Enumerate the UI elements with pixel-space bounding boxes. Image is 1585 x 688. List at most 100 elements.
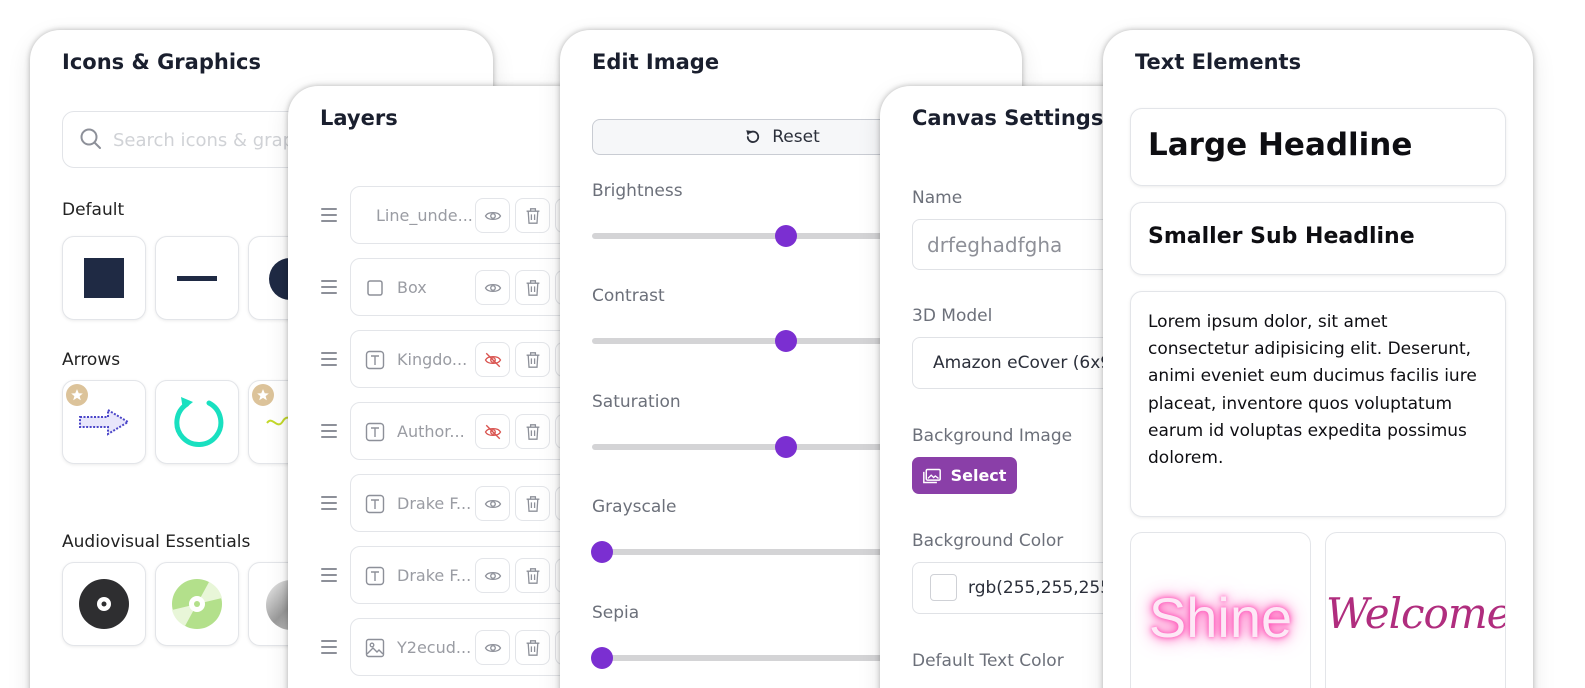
layer-row[interactable]: Box: [288, 258, 588, 316]
layer-item[interactable]: Drake F...: [350, 546, 588, 604]
drag-handle-icon[interactable]: [321, 352, 337, 366]
layer-delete-button[interactable]: [515, 198, 550, 233]
default-text-color-label: Default Text Color: [912, 651, 1064, 671]
layer-item[interactable]: Y2ecud...: [350, 618, 588, 676]
eye-off-icon: [484, 352, 501, 367]
layer-row[interactable]: Author...: [288, 402, 588, 460]
shine-text: Shine: [1148, 586, 1293, 649]
background-color-label: Background Color: [912, 531, 1064, 551]
model-value: Amazon eCover (6x9): [933, 353, 1118, 373]
eye-icon: [484, 283, 501, 292]
saturation-slider-thumb[interactable]: [774, 436, 797, 458]
layer-visibility-button[interactable]: [475, 414, 510, 449]
image-layer-icon: [365, 638, 385, 658]
eye-icon: [484, 499, 501, 508]
body-text-element[interactable]: Lorem ipsum dolor, sit amet consectetur …: [1130, 291, 1506, 517]
drag-handle-icon[interactable]: [321, 208, 337, 222]
sepia-label: Sepia: [592, 603, 640, 623]
layer-row[interactable]: Line_unde...: [288, 186, 588, 244]
text-elements-panel: Text Elements Large Headline Smaller Sub…: [1103, 30, 1533, 688]
trash-icon: [526, 423, 539, 440]
drag-handle-icon[interactable]: [321, 568, 337, 582]
square-shape-icon: [84, 258, 124, 298]
layer-item[interactable]: Box: [350, 258, 588, 316]
text-layer-icon: [365, 422, 385, 442]
layer-row[interactable]: Y2ecud...: [288, 618, 588, 676]
layer-name: Box: [397, 278, 427, 297]
sub-headline-text: Smaller Sub Headline: [1148, 224, 1415, 249]
cd-disc-icon: [172, 579, 222, 629]
select-label: Select: [950, 466, 1007, 485]
layer-item[interactable]: Author...: [350, 402, 588, 460]
layer-delete-button[interactable]: [515, 558, 550, 593]
arrow-tile-circular[interactable]: [155, 380, 239, 464]
layers-panel-title: Layers: [320, 106, 398, 130]
text-layer-icon: [365, 566, 385, 586]
welcome-text: Welcome: [1326, 589, 1506, 638]
layer-delete-button[interactable]: [515, 486, 550, 521]
shine-text-style[interactable]: Shine: [1130, 532, 1311, 688]
av-tile-vinyl[interactable]: [62, 562, 146, 646]
sub-headline-element[interactable]: Smaller Sub Headline: [1130, 202, 1506, 275]
trash-icon: [526, 495, 539, 512]
text-layer-icon: [365, 350, 385, 370]
section-audiovisual-label: Audiovisual Essentials: [62, 532, 251, 552]
layer-item[interactable]: Line_unde...: [350, 186, 588, 244]
arrow-tile-right[interactable]: [62, 380, 146, 464]
layer-name: Y2ecud...: [397, 638, 472, 657]
drag-handle-icon[interactable]: [321, 640, 337, 654]
layer-visibility-button[interactable]: [475, 630, 510, 665]
eye-off-icon: [484, 424, 501, 439]
layer-delete-button[interactable]: [515, 270, 550, 305]
shape-line-tile[interactable]: [155, 236, 239, 320]
layer-delete-button[interactable]: [515, 630, 550, 665]
background-image-label: Background Image: [912, 426, 1073, 446]
reset-label: Reset: [772, 127, 820, 147]
color-swatch[interactable]: [930, 574, 957, 601]
layer-visibility-button[interactable]: [475, 270, 510, 305]
background-color-value: rgb(255,255,255): [968, 578, 1118, 598]
drag-handle-icon[interactable]: [321, 424, 337, 438]
body-text: Lorem ipsum dolor, sit amet consectetur …: [1148, 312, 1477, 469]
layer-item[interactable]: Kingdo...: [350, 330, 588, 388]
layer-name: Author...: [397, 422, 465, 441]
layer-row[interactable]: Kingdo...: [288, 330, 588, 388]
layer-visibility-button[interactable]: [475, 198, 510, 233]
layer-name: Drake F...: [397, 566, 472, 585]
sepia-slider-thumb[interactable]: [591, 647, 613, 669]
layer-row[interactable]: Drake F...: [288, 474, 588, 532]
large-headline-element[interactable]: Large Headline: [1130, 108, 1506, 186]
section-arrows-label: Arrows: [62, 350, 121, 370]
welcome-text-style[interactable]: Welcome: [1325, 532, 1506, 688]
contrast-slider-thumb[interactable]: [774, 330, 797, 352]
brightness-label: Brightness: [592, 181, 683, 201]
circular-arrow-icon: [174, 397, 224, 448]
text-panel-title: Text Elements: [1135, 50, 1302, 74]
drag-handle-icon[interactable]: [321, 280, 337, 294]
shape-square-tile[interactable]: [62, 236, 146, 320]
layer-visibility-button[interactable]: [475, 558, 510, 593]
name-label: Name: [912, 188, 963, 208]
trash-icon: [526, 567, 539, 584]
layer-visibility-button[interactable]: [475, 342, 510, 377]
section-default-label: Default: [62, 200, 125, 220]
saturation-label: Saturation: [592, 392, 681, 412]
select-image-button[interactable]: Select: [912, 457, 1017, 494]
vinyl-record-icon: [79, 579, 129, 629]
layer-row[interactable]: Drake F...: [288, 546, 588, 604]
layer-item[interactable]: Drake F...: [350, 474, 588, 532]
brightness-slider-thumb[interactable]: [774, 225, 797, 247]
search-icon: [79, 127, 103, 155]
grayscale-label: Grayscale: [592, 497, 677, 517]
av-tile-cd[interactable]: [155, 562, 239, 646]
layer-name: Drake F...: [397, 494, 472, 513]
contrast-label: Contrast: [592, 286, 665, 306]
premium-star-icon: [252, 384, 274, 406]
trash-icon: [526, 279, 539, 296]
layer-visibility-button[interactable]: [475, 486, 510, 521]
layer-delete-button[interactable]: [515, 414, 550, 449]
layer-delete-button[interactable]: [515, 342, 550, 377]
eye-icon: [484, 643, 501, 652]
drag-handle-icon[interactable]: [321, 496, 337, 510]
grayscale-slider-thumb[interactable]: [591, 541, 613, 563]
